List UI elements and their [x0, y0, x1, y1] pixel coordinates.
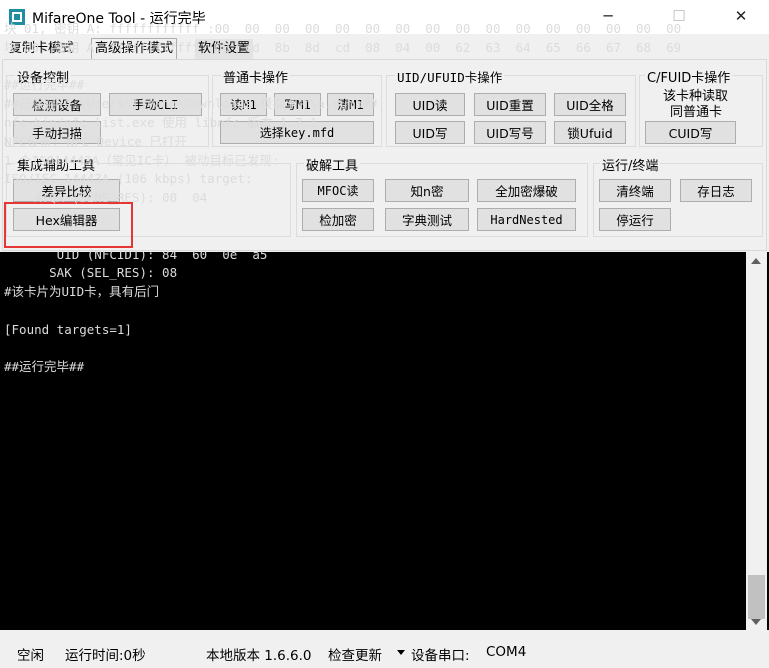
scroll-down-icon[interactable]	[751, 619, 761, 625]
port-value: COM4	[486, 644, 527, 660]
console-line: [Found targets=1]	[4, 321, 132, 337]
console-line: UID (NFCID1): 84 60 0e a5	[4, 246, 268, 262]
save-log-button[interactable]: 存日志	[680, 179, 752, 202]
console-line: 1 个ISO14443A（常见IC卡） 被动目标已发现:	[4, 152, 280, 168]
scroll-up-icon[interactable]	[751, 258, 761, 264]
console-scrollbar[interactable]	[746, 252, 767, 630]
console-line: nfc-bin/nfc-list.exe 使用 libnfc 版本 1.7.1	[4, 114, 318, 130]
console-line: ##已保存-C:\Users\liyang\Downloads\模拟卡片\a.d…	[4, 96, 378, 112]
status-runtime: 运行时间:0秒	[65, 648, 146, 664]
console-line: SAK (SEL_RES): 08	[4, 265, 178, 281]
console-line: ATQA (SENS_RES): 00 04	[4, 190, 208, 206]
console-line: NFC设备: NFC-Device 已打开	[4, 133, 187, 149]
console-line: ##运行完毕##	[4, 77, 85, 93]
console-line: 块 00, 密钥 A: ffffffffffff :06 cd 8b 8d cd…	[4, 39, 682, 55]
console-line: ISO/IEC 14443A (106 kbps) target:	[4, 171, 253, 187]
check-update-link[interactable]: 检查更新	[328, 644, 382, 664]
close-button[interactable]: ✕	[718, 0, 764, 34]
port-label: 设备串口:	[411, 648, 470, 664]
status-version: 本地版本 1.6.6.0	[206, 648, 312, 664]
console-line: #该卡片为UID卡，具有后门	[4, 284, 160, 300]
scroll-thumb[interactable]	[748, 575, 765, 619]
status-state: 空闲	[17, 648, 44, 664]
console-text: 块 01, 密钥 A: ffffffffffff :00 00 00 00 00…	[4, 20, 681, 377]
dropdown-arrow-icon[interactable]	[397, 650, 405, 655]
console-line: 块 01, 密钥 A: ffffffffffff :00 00 00 00 00…	[4, 21, 682, 36]
console-line: ##运行完毕##	[4, 359, 85, 375]
